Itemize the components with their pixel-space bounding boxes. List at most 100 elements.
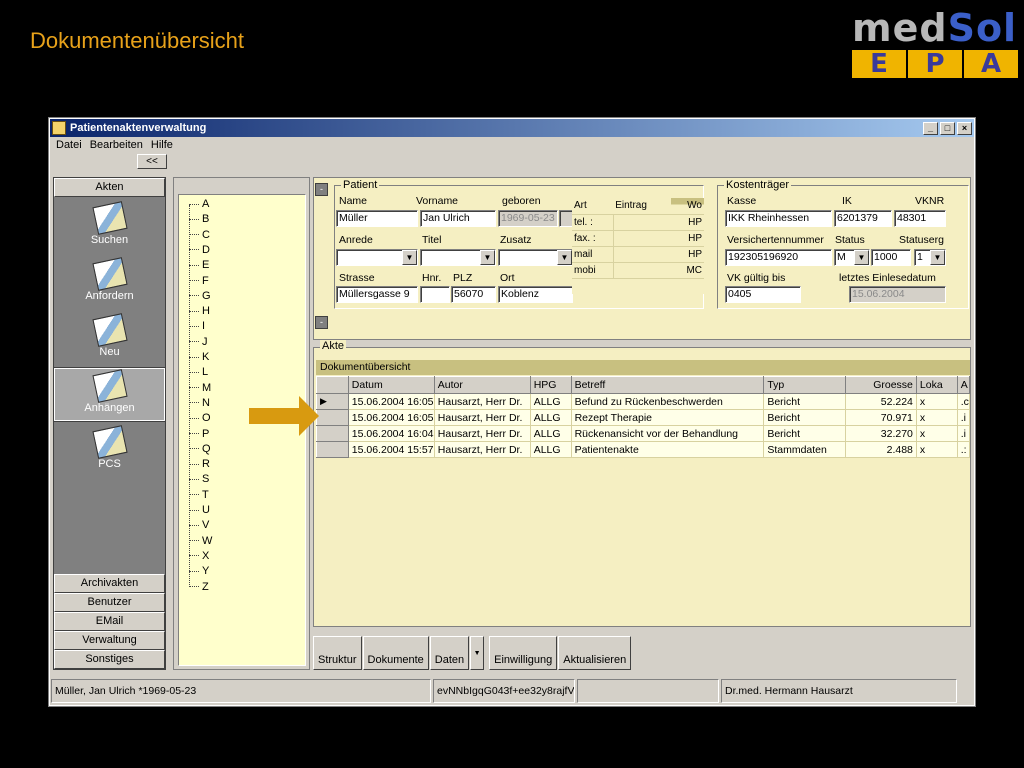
date-picker-button[interactable] — [559, 210, 573, 227]
nav-archivakten-button[interactable]: Archivakten — [54, 574, 165, 593]
col-a[interactable]: A — [956, 376, 971, 394]
cell-betreff: Rezept Therapie — [571, 409, 765, 426]
tree-item-t[interactable]: T — [189, 488, 209, 503]
nav-sonstiges-button[interactable]: Sonstiges — [54, 650, 165, 669]
nav-anhaengen[interactable]: Anhängen — [53, 367, 166, 422]
plz-field[interactable]: 56070 — [451, 286, 496, 303]
left-navigation: Akten Suchen Anfordern Neu Anhängen PCS … — [53, 177, 166, 670]
statuserg-select[interactable]: 1 ▼ — [914, 249, 946, 266]
strasse-field[interactable]: Müllersgasse 9 — [336, 286, 418, 303]
kasse-field[interactable]: IKK Rheinhessen — [725, 210, 832, 227]
versichertennummer-field[interactable]: 192305196920 — [725, 249, 832, 266]
contact-row[interactable]: tel. : HP — [572, 214, 704, 231]
nav-verwaltung-button[interactable]: Verwaltung — [54, 631, 165, 650]
daten-dropdown-icon[interactable]: ▼ — [470, 636, 485, 670]
tree-item-y[interactable]: Y — [189, 564, 209, 579]
cell-autor: Hausarzt, Herr Dr. — [434, 425, 531, 442]
tree-item-d[interactable]: D — [189, 243, 210, 258]
tree-item-r[interactable]: R — [189, 457, 210, 472]
contact-row[interactable]: fax. : HP — [572, 230, 704, 247]
status-select[interactable]: M ▼ — [834, 249, 870, 266]
tree-item-c[interactable]: C — [189, 228, 210, 243]
contact-wo: HP — [670, 246, 704, 263]
titel-select[interactable]: ▼ — [420, 249, 496, 266]
menu-hilfe[interactable]: Hilfe — [151, 139, 173, 151]
minimize-button[interactable]: _ — [923, 121, 938, 135]
nav-akten-button[interactable]: Akten — [54, 178, 165, 197]
collapse-button[interactable]: << — [137, 154, 167, 169]
nav-benutzer-button[interactable]: Benutzer — [54, 593, 165, 612]
nav-pcs[interactable]: PCS — [54, 425, 165, 470]
tree-item-w[interactable]: W — [189, 534, 212, 549]
tree-item-l[interactable]: L — [189, 365, 208, 380]
col-loka[interactable]: Loka — [915, 376, 958, 394]
nav-anfordern[interactable]: Anfordern — [54, 257, 165, 302]
vk-gueltig-field[interactable]: 0405 — [725, 286, 801, 303]
tree-item-h[interactable]: H — [189, 304, 210, 319]
maximize-button[interactable]: □ — [940, 121, 955, 135]
tree-item-s[interactable]: S — [189, 472, 209, 487]
status2-field[interactable]: 1000 — [871, 249, 911, 266]
table-row[interactable]: 15.06.2004 15:57 Hausarzt, Herr Dr. ALLG Pa… — [316, 441, 971, 458]
table-row[interactable]: 15.06.2004 16:05 Hausarzt, Herr Dr. ALLG Re… — [316, 409, 971, 426]
resize-grip-icon[interactable] — [959, 679, 973, 703]
table-row[interactable]: 15.06.2004 16:04 Hausarzt, Herr Dr. ALLG Rü… — [316, 425, 971, 442]
tree-item-p[interactable]: P — [189, 427, 209, 442]
vknr-field[interactable]: 48301 — [894, 210, 946, 227]
tree-item-e[interactable]: E — [189, 258, 209, 273]
col-hpg[interactable]: HPG — [529, 376, 572, 394]
close-button[interactable]: × — [957, 121, 972, 135]
col-datum[interactable]: Datum — [347, 376, 435, 394]
ort-field[interactable]: Koblenz — [498, 286, 573, 303]
col-betreff[interactable]: Betreff — [570, 376, 765, 394]
cell-hpg: ALLG — [530, 441, 572, 458]
col-autor[interactable]: Autor — [433, 376, 531, 394]
contact-row[interactable]: mail HP — [572, 246, 704, 263]
tree-item-b[interactable]: B — [189, 212, 209, 227]
col-groesse[interactable]: Groesse — [845, 376, 917, 394]
tab-einwilligung[interactable]: Einwilligung — [489, 636, 558, 670]
table-row[interactable]: ▶ 15.06.2004 16:05 Hausarzt, Herr Dr. ALLG B… — [316, 393, 971, 410]
tab-dokumente[interactable]: Dokumente — [362, 636, 429, 670]
vorname-field[interactable]: Jan Ulrich — [420, 210, 496, 227]
geboren-field[interactable]: 1969-05-23 — [498, 210, 558, 227]
contact-eintrag — [612, 230, 671, 247]
col-typ[interactable]: Typ — [763, 376, 847, 394]
tree-item-x[interactable]: X — [189, 549, 209, 564]
tree-item-i[interactable]: I — [189, 319, 205, 334]
nav-suchen[interactable]: Suchen — [54, 201, 165, 246]
cell-autor: Hausarzt, Herr Dr. — [434, 393, 531, 410]
zusatz-select[interactable]: ▼ — [498, 249, 573, 266]
tree-item-k[interactable]: K — [189, 350, 209, 365]
tab-daten[interactable]: Daten — [429, 636, 470, 670]
nav-email-button[interactable]: EMail — [54, 612, 165, 631]
collapse-panel-button[interactable]: - — [315, 183, 328, 196]
tree-item-f[interactable]: F — [189, 274, 209, 289]
vk-label: VK gültig bis — [727, 272, 786, 284]
nav-neu[interactable]: Neu — [54, 313, 165, 358]
tree-item-m[interactable]: M — [189, 381, 211, 396]
vorname-label: Vorname — [416, 195, 459, 207]
anrede-select[interactable]: ▼ — [336, 249, 418, 266]
tab-aktualisieren[interactable]: Aktualisieren — [558, 636, 632, 670]
tree-item-j[interactable]: J — [189, 335, 208, 350]
tab-struktur[interactable]: Struktur — [313, 636, 362, 670]
contact-row[interactable]: mobi MC — [572, 262, 704, 279]
menu-bearbeiten[interactable]: Bearbeiten — [90, 139, 143, 151]
expand-panel-button[interactable]: - — [315, 316, 328, 329]
tree-item-g[interactable]: G — [189, 289, 211, 304]
tree-item-u[interactable]: U — [189, 503, 210, 518]
name-field[interactable]: Müller — [336, 210, 418, 227]
ik-field[interactable]: 6201379 — [834, 210, 892, 227]
app-window: Patientenaktenverwaltung _ □ × Datei Bea… — [48, 117, 976, 707]
statuserg-label: Statuserg — [899, 234, 944, 246]
tree-item-a[interactable]: A — [189, 197, 209, 212]
tree-item-z[interactable]: Z — [189, 580, 209, 595]
tree-item-o[interactable]: O — [189, 411, 211, 426]
tree-item-n[interactable]: N — [189, 396, 210, 411]
hnr-field[interactable] — [420, 286, 450, 303]
menu-datei[interactable]: Datei — [56, 139, 82, 151]
patient-panel: - - Patient Name Vorname geboren Müller … — [313, 177, 971, 340]
tree-item-v[interactable]: V — [189, 518, 209, 533]
tree-item-q[interactable]: Q — [189, 442, 211, 457]
